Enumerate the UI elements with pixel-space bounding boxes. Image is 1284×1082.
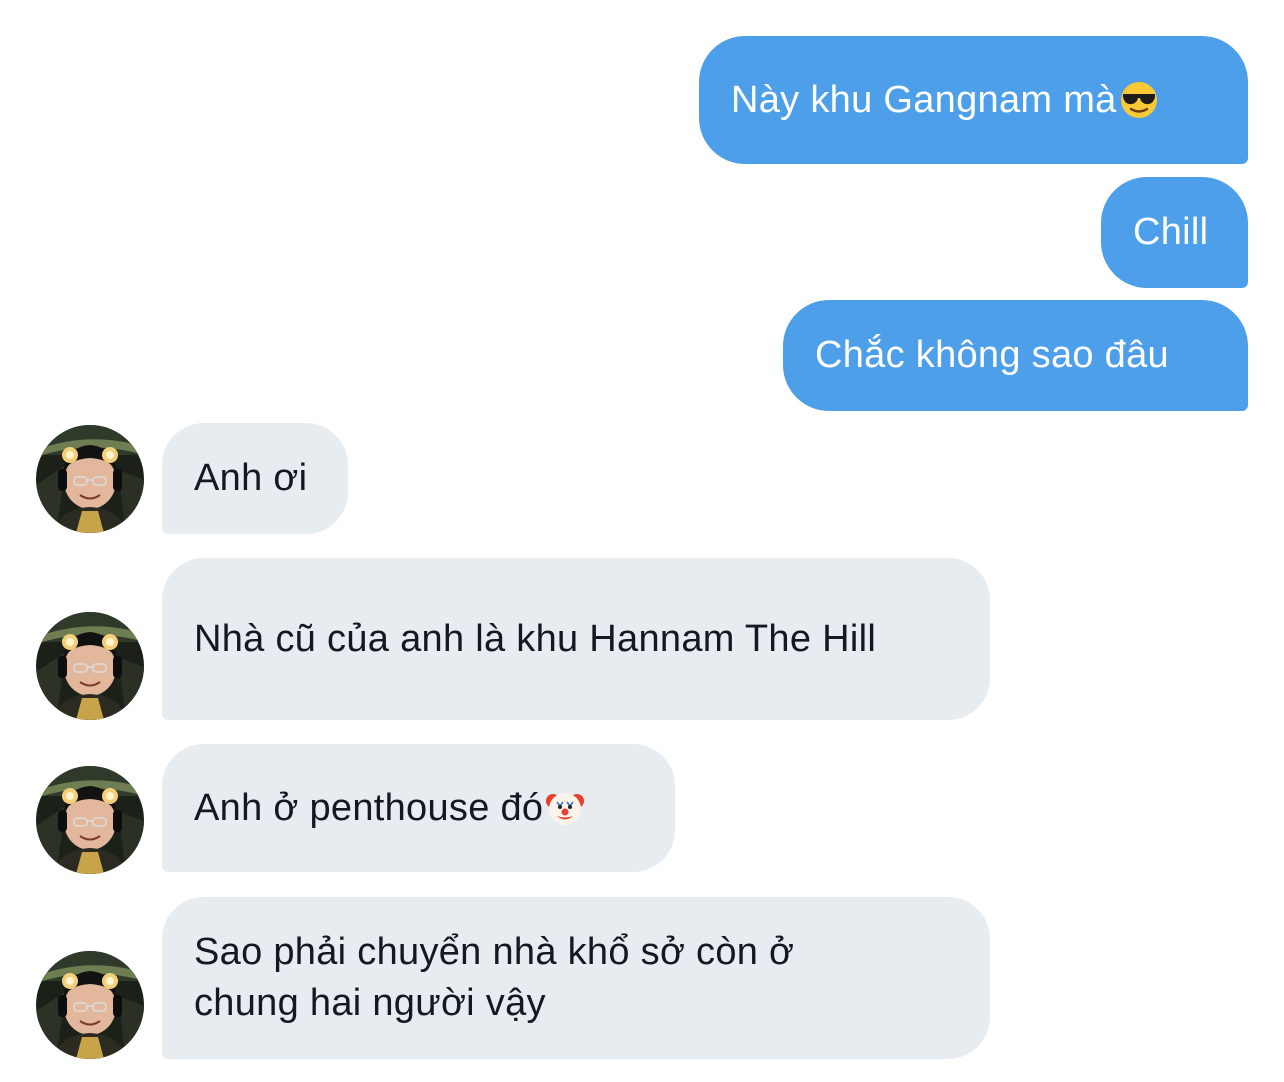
received-message-bubble[interactable]: Anh ơi: [162, 423, 348, 534]
sent-message-text: Chill: [1133, 211, 1209, 253]
received-message-text: Nhà cũ của anh là khu Hannam The Hill: [194, 617, 877, 660]
sent-message-text: Này khu Gangnam mà: [731, 78, 1117, 121]
received-message-text: Sao phải chuyển nhà khổ sở còn ở chung h…: [194, 931, 795, 1024]
sent-message-bubble[interactable]: Chill: [1101, 177, 1248, 288]
received-message-text: Anh ơi: [194, 457, 308, 499]
received-message-bubble[interactable]: Nhà cũ của anh là khu Hannam The Hill: [162, 558, 990, 720]
received-message-text: Anh ở penthouse đó: [194, 786, 544, 829]
sent-message-bubble[interactable]: Chắc không sao đâu: [783, 300, 1248, 411]
contact-avatar[interactable]: [36, 766, 144, 874]
received-message-bubble[interactable]: Sao phải chuyển nhà khổ sở còn ở chung h…: [162, 897, 990, 1059]
sent-message-bubble[interactable]: Này khu Gangnam mà: [699, 36, 1248, 164]
contact-avatar[interactable]: [36, 951, 144, 1059]
received-message-bubble[interactable]: Anh ở penthouse đó: [162, 744, 675, 872]
smiling-face-with-sunglasses-icon: [1120, 82, 1157, 118]
sent-message-text: Chắc không sao đâu: [815, 334, 1169, 376]
clown-face-icon: [546, 793, 585, 825]
contact-avatar[interactable]: [36, 425, 144, 533]
contact-avatar[interactable]: [36, 612, 144, 720]
